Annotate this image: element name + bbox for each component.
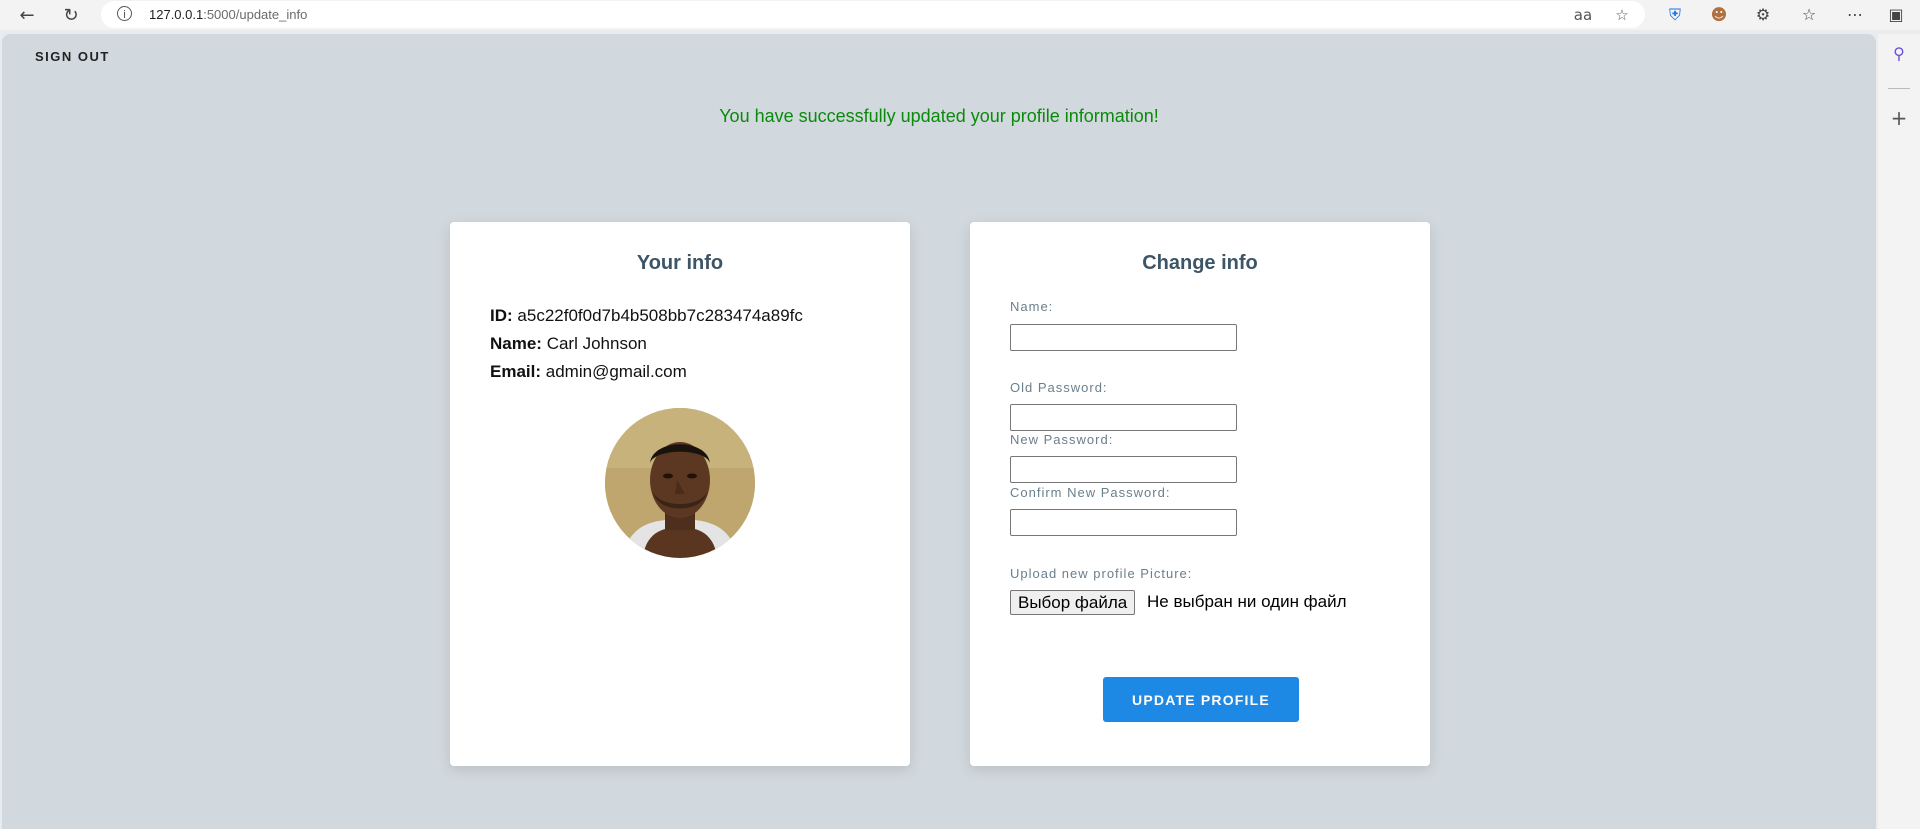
site-info-icon[interactable]: i <box>117 6 132 21</box>
new-password-label: New Password: <box>1010 432 1114 447</box>
id-label: ID: <box>490 306 513 325</box>
url-text[interactable]: 127.0.0.1:5000/update_info <box>149 7 307 22</box>
favorites-icon[interactable]: ☆ <box>1797 4 1821 26</box>
sidebar-toggle-icon[interactable]: ▣ <box>1884 4 1908 26</box>
id-row: ID: a5c22f0f0d7b4b508bb7c283474a89fc <box>490 306 803 326</box>
email-row: Email: admin@gmail.com <box>490 362 687 382</box>
old-password-label: Old Password: <box>1010 380 1108 395</box>
email-label: Email: <box>490 362 542 381</box>
name-label: Name: <box>490 334 542 353</box>
confirm-password-label: Confirm New Password: <box>1010 485 1171 500</box>
avatar-picture <box>605 408 755 558</box>
update-profile-button[interactable]: UPDATE PROFILE <box>1103 677 1299 722</box>
new-password-field[interactable] <box>1010 456 1237 483</box>
more-icon[interactable]: ⋯ <box>1843 4 1867 26</box>
browser-sidebar: ⚲ + <box>1878 34 1920 829</box>
page-viewport: SIGN OUT You have successfully updated y… <box>2 34 1876 829</box>
add-icon[interactable]: + <box>1878 106 1920 130</box>
star-icon[interactable]: ☆ <box>1612 6 1632 24</box>
sidebar-divider <box>1888 88 1910 89</box>
reload-icon[interactable]: ↻ <box>58 3 84 27</box>
success-message: You have successfully updated your profi… <box>719 106 1159 126</box>
profile-extension-icon[interactable]: ☻ <box>1707 4 1731 26</box>
id-value: a5c22f0f0d7b4b508bb7c283474a89fc <box>517 306 803 325</box>
choose-file-button[interactable]: Выбор файла <box>1010 590 1136 615</box>
sign-out-link[interactable]: SIGN OUT <box>35 49 110 64</box>
shield-extension-icon[interactable]: ⛨ <box>1663 4 1687 26</box>
profile-avatar <box>605 408 755 558</box>
confirm-password-field[interactable] <box>1010 509 1237 536</box>
change-info-card: Change info Name: Old Password: New Pass… <box>970 222 1430 766</box>
name-value: Carl Johnson <box>546 334 647 353</box>
address-bar[interactable]: i 127.0.0.1:5000/update_info a​а ☆ <box>101 1 1645 28</box>
name-field-label: Name: <box>1010 299 1054 314</box>
your-info-card: Your info ID: a5c22f0f0d7b4b508bb7c28347… <box>450 222 910 766</box>
read-aloud-icon[interactable]: a​а <box>1573 6 1593 24</box>
file-status-text: Не выбран ни один файл <box>1147 592 1347 611</box>
extensions-icon[interactable]: ⚙ <box>1751 4 1775 26</box>
email-value: admin@gmail.com <box>545 362 687 381</box>
upload-picture-label: Upload new profile Picture: <box>1010 566 1193 581</box>
name-field[interactable] <box>1010 324 1237 351</box>
change-info-title: Change info <box>1142 252 1258 274</box>
old-password-field[interactable] <box>1010 404 1237 431</box>
back-icon[interactable]: ← <box>14 3 40 27</box>
browser-toolbar: ← ↻ i 127.0.0.1:5000/update_info a​а ☆ ⛨… <box>0 0 1920 30</box>
search-icon[interactable]: ⚲ <box>1878 44 1920 63</box>
your-info-title: Your info <box>636 252 724 274</box>
name-row: Name: Carl Johnson <box>490 334 647 354</box>
